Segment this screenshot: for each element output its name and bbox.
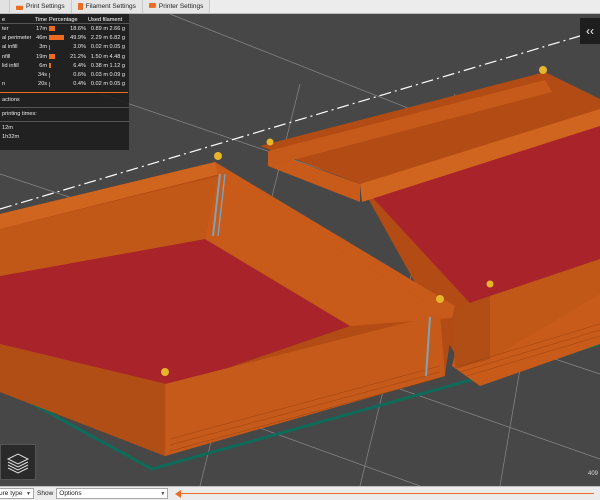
legend-percentage-bar-fill [49, 44, 50, 50]
legend-feature-time: 6m [39, 62, 47, 69]
print-settings-icon [16, 5, 23, 10]
legend-feature-time: 17m [36, 25, 47, 32]
legend-percentage-bar [49, 44, 65, 50]
legend-row: 34s 0.6% 0.03 m 0.09 g [0, 70, 129, 79]
legend-percentage-bar-fill [49, 63, 51, 69]
view-type-select[interactable]: ure type ▼ [0, 488, 34, 499]
legend-feature-weight: 2.66 g [109, 25, 125, 32]
legend-feature-length: 2.29 m [90, 34, 108, 41]
legend-feature-percentage: 21.2% [70, 53, 86, 60]
legend-divider [0, 107, 129, 109]
legend-feature-time: 34s [37, 72, 47, 79]
layers-view-button[interactable] [0, 444, 36, 480]
legend-percentage-bar [49, 81, 65, 87]
tab-plater-partial[interactable] [0, 0, 10, 13]
legend-row: n 20s 0.4% 0.02 m 0.05 g [0, 80, 129, 89]
legend-feature-percentage: 0.4% [73, 81, 86, 88]
view-type-value: ure type [0, 490, 23, 497]
legend-feature-weight: 0.09 g [109, 72, 125, 79]
legend-feature-length: 0.02 m [90, 44, 108, 51]
show-label: Show [37, 490, 54, 497]
legend-feature-time: 19m [36, 53, 47, 60]
legend-row: ter 17m 18.6% 0.89 m 2.66 g [0, 24, 129, 33]
legend-printing-times-label: printing times: [2, 111, 37, 118]
legend-feature-length: 0.89 m [90, 25, 108, 32]
horizontal-layer-slider[interactable] [171, 488, 594, 499]
legend-percentage-bar-fill [49, 54, 56, 60]
legend-feature-percentage: 3.0% [73, 44, 86, 51]
legend-header-time: Time [34, 16, 47, 23]
tab-print-settings-label: Print Settings [26, 3, 65, 10]
legend-feature-time: 20s [37, 81, 47, 88]
legend-percentage-bar-fill [49, 35, 64, 41]
legend-header-type: e [2, 16, 6, 23]
legend-percentage-bar-fill [49, 72, 50, 78]
legend-feature-weight: 4.48 g [109, 53, 125, 60]
legend-feature-name: al infill [2, 44, 18, 51]
printer-icon [148, 3, 156, 8]
legend-feature-percentage: 6.4% [73, 62, 86, 69]
legend-divider-2 [0, 121, 129, 123]
legend-feature-name: lid infill [2, 62, 19, 69]
layer-height-readout: 409 [587, 471, 598, 477]
legend-percentage-bar [49, 26, 65, 32]
settings-tab-bar: Print Settings Filament Settings Printer… [0, 0, 600, 14]
legend-percentage-bar [49, 72, 65, 78]
gcode-legend-panel: e Time Percentage Used filament ter 17m 18… [0, 14, 129, 150]
tab-print-settings[interactable]: Print Settings [10, 0, 72, 13]
legend-header-used-filament: Used filament [88, 16, 123, 23]
legend-feature-percentage: 18.6% [70, 25, 86, 32]
legend-percentage-bar-fill [49, 26, 55, 32]
legend-header: e Time Percentage Used filament [0, 14, 129, 24]
preview-bottom-bar: ure type ▼ Show Options ▼ [0, 486, 600, 500]
legend-feature-name: nfill [2, 53, 11, 60]
legend-row: al perimeter 46m 49.9% 2.29 m 6.82 g [0, 33, 129, 42]
legend-feature-weight: 6.82 g [109, 34, 125, 41]
collapse-sidebar-button[interactable]: ‹‹ [580, 18, 600, 44]
legend-feature-time: 46m [36, 34, 47, 41]
legend-time-first: 12m [2, 125, 13, 132]
legend-feature-length: 0.03 m [90, 72, 108, 79]
tab-filament-settings-label: Filament Settings [85, 3, 136, 10]
filament-spool-icon [77, 3, 83, 10]
show-options-value: Options [59, 490, 82, 497]
legend-header-percentage: Percentage [49, 16, 78, 23]
legend-feature-time: 3m [39, 44, 47, 51]
legend-feature-name: al perimeter [2, 34, 31, 41]
legend-feature-name: ter [2, 25, 9, 32]
legend-feature-name: n [2, 81, 6, 88]
show-options-select[interactable]: Options ▼ [56, 488, 169, 499]
legend-feature-percentage: 49.9% [70, 34, 86, 41]
legend-feature-percentage: 0.6% [73, 72, 86, 79]
tab-printer-settings[interactable]: Printer Settings [142, 0, 211, 13]
legend-percentage-bar [49, 35, 65, 41]
layers-icon [6, 453, 30, 474]
legend-feature-length: 0.02 m [90, 81, 108, 88]
legend-actions-label: actions [2, 97, 20, 104]
legend-rows: ter 17m 18.6% 0.89 m 2.66 g al perimeter 46m 49… [0, 24, 129, 89]
legend-feature-length: 0.38 m [90, 62, 108, 69]
slider-track [181, 493, 594, 494]
chevron-left-icon: ‹‹ [586, 24, 594, 38]
legend-time-second: 1h32m [2, 134, 20, 141]
legend-row: nfill 19m 21.2% 1.50 m 4.48 g [0, 52, 129, 61]
legend-feature-length: 1.50 m [90, 53, 108, 60]
legend-percentage-bar [49, 63, 65, 69]
legend-feature-weight: 0.05 g [109, 81, 125, 88]
chevron-down-icon: ▼ [26, 490, 31, 497]
legend-feature-weight: 0.05 g [109, 44, 125, 51]
legend-row: lid infill 6m 6.4% 0.38 m 1.12 g [0, 61, 129, 70]
tab-printer-settings-label: Printer Settings [158, 3, 204, 10]
legend-row: al infill 3m 3.0% 0.02 m 0.05 g [0, 43, 129, 52]
tab-filament-settings[interactable]: Filament Settings [71, 0, 143, 13]
legend-feature-weight: 1.12 g [109, 62, 125, 69]
chevron-down-icon: ▼ [160, 490, 166, 497]
legend-separator [0, 92, 128, 94]
legend-percentage-bar-fill [49, 81, 50, 87]
legend-percentage-bar [49, 54, 65, 60]
